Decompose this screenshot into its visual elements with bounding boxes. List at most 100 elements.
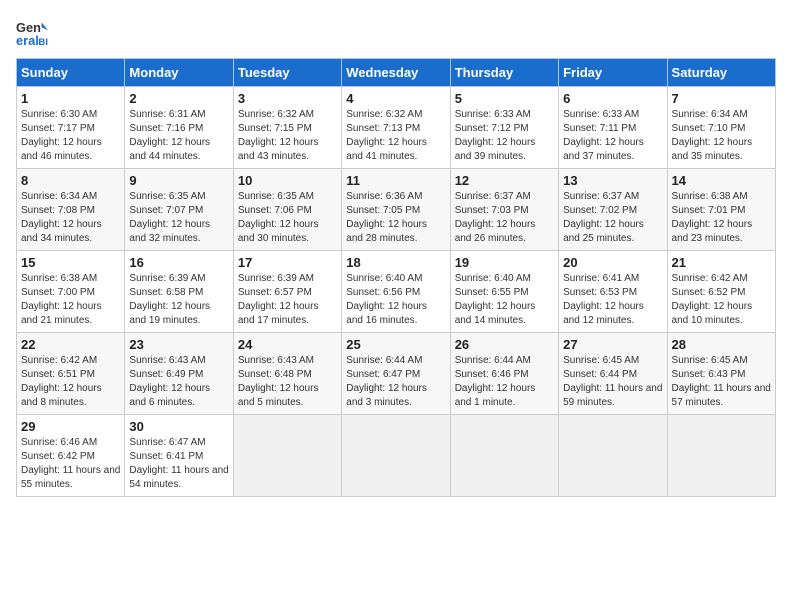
day-number: 15	[21, 255, 120, 270]
day-info: Sunrise: 6:40 AMSunset: 6:55 PMDaylight:…	[455, 272, 554, 328]
day-of-week-header: Saturday	[667, 59, 775, 87]
logo-icon: Gen eral Blue	[16, 16, 48, 48]
day-info: Sunrise: 6:37 AMSunset: 7:02 PMDaylight:…	[563, 190, 662, 246]
calendar-day-cell: 27 Sunrise: 6:45 AMSunset: 6:44 PMDayligh…	[559, 333, 667, 415]
calendar-week-row: 1 Sunrise: 6:30 AMSunset: 7:17 PMDaylight…	[17, 87, 776, 169]
calendar-day-cell: 8Sunrise: 6:34 AMSunset: 7:08 PMDaylight…	[17, 169, 125, 251]
day-number: 1	[21, 91, 120, 106]
day-number: 9	[129, 173, 228, 188]
day-info: Sunrise: 6:40 AMSunset: 6:56 PMDaylight:…	[346, 272, 445, 328]
day-number: 20	[563, 255, 662, 270]
day-info: Sunrise: 6:30 AMSunset: 7:17 PMDaylight:…	[21, 108, 120, 164]
calendar-day-cell: 16Sunrise: 6:39 AMSunset: 6:58 PMDayligh…	[125, 251, 233, 333]
day-number: 21	[672, 255, 771, 270]
day-number: 10	[238, 173, 337, 188]
day-number: 14	[672, 173, 771, 188]
day-number: 5	[455, 91, 554, 106]
day-info: Sunrise: 6:34 AMSunset: 7:10 PMDaylight:…	[672, 108, 771, 164]
day-number: 29	[21, 419, 120, 434]
day-number: 13	[563, 173, 662, 188]
calendar-header-row: SundayMondayTuesdayWednesdayThursdayFrid…	[17, 59, 776, 87]
calendar-day-cell: 5 Sunrise: 6:33 AMSunset: 7:12 PMDaylight…	[450, 87, 558, 169]
day-info: Sunrise: 6:39 AMSunset: 6:58 PMDaylight:…	[129, 272, 228, 328]
calendar-day-cell: 2Sunrise: 6:31 AMSunset: 7:16 PMDaylight…	[125, 87, 233, 169]
day-number: 30	[129, 419, 228, 434]
day-info: Sunrise: 6:39 AMSunset: 6:57 PMDaylight:…	[238, 272, 337, 328]
logo: Gen eral Blue	[16, 16, 52, 48]
day-info: Sunrise: 6:42 AMSunset: 6:51 PMDaylight:…	[21, 354, 120, 410]
calendar-day-cell: 11 Sunrise: 6:36 AMSunset: 7:05 PMDayligh…	[342, 169, 450, 251]
day-info: Sunrise: 6:41 AMSunset: 6:53 PMDaylight:…	[563, 272, 662, 328]
day-info: Sunrise: 6:45 AMSunset: 6:43 PMDaylight:…	[672, 354, 771, 410]
day-of-week-header: Monday	[125, 59, 233, 87]
calendar-day-cell: 25 Sunrise: 6:44 AMSunset: 6:47 PMDayligh…	[342, 333, 450, 415]
day-info: Sunrise: 6:42 AMSunset: 6:52 PMDaylight:…	[672, 272, 771, 328]
day-of-week-header: Thursday	[450, 59, 558, 87]
calendar-day-cell: 1 Sunrise: 6:30 AMSunset: 7:17 PMDaylight…	[17, 87, 125, 169]
calendar-day-cell: 26Sunrise: 6:44 AMSunset: 6:46 PMDayligh…	[450, 333, 558, 415]
calendar-day-cell	[450, 415, 558, 497]
day-number: 25	[346, 337, 445, 352]
calendar-day-cell: 30Sunrise: 6:47 AMSunset: 6:41 PMDayligh…	[125, 415, 233, 497]
day-info: Sunrise: 6:35 AMSunset: 7:06 PMDaylight:…	[238, 190, 337, 246]
day-number: 6	[563, 91, 662, 106]
day-number: 11	[346, 173, 445, 188]
day-number: 4	[346, 91, 445, 106]
calendar-day-cell: 28 Sunrise: 6:45 AMSunset: 6:43 PMDayligh…	[667, 333, 775, 415]
page-header: Gen eral Blue	[16, 16, 776, 48]
calendar-day-cell: 14 Sunrise: 6:38 AMSunset: 7:01 PMDayligh…	[667, 169, 775, 251]
calendar-day-cell: 20 Sunrise: 6:41 AMSunset: 6:53 PMDayligh…	[559, 251, 667, 333]
day-number: 7	[672, 91, 771, 106]
calendar-day-cell: 17 Sunrise: 6:39 AMSunset: 6:57 PMDayligh…	[233, 251, 341, 333]
day-number: 26	[455, 337, 554, 352]
day-info: Sunrise: 6:34 AMSunset: 7:08 PMDaylight:…	[21, 190, 120, 246]
calendar-day-cell	[667, 415, 775, 497]
calendar-day-cell: 13 Sunrise: 6:37 AMSunset: 7:02 PMDayligh…	[559, 169, 667, 251]
calendar-day-cell	[233, 415, 341, 497]
calendar-day-cell: 4 Sunrise: 6:32 AMSunset: 7:13 PMDaylight…	[342, 87, 450, 169]
day-info: Sunrise: 6:32 AMSunset: 7:13 PMDaylight:…	[346, 108, 445, 164]
calendar-day-cell: 29 Sunrise: 6:46 AMSunset: 6:42 PMDayligh…	[17, 415, 125, 497]
day-of-week-header: Sunday	[17, 59, 125, 87]
calendar-day-cell: 19 Sunrise: 6:40 AMSunset: 6:55 PMDayligh…	[450, 251, 558, 333]
calendar-day-cell: 10 Sunrise: 6:35 AMSunset: 7:06 PMDayligh…	[233, 169, 341, 251]
day-info: Sunrise: 6:44 AMSunset: 6:47 PMDaylight:…	[346, 354, 445, 410]
calendar-day-cell: 22 Sunrise: 6:42 AMSunset: 6:51 PMDayligh…	[17, 333, 125, 415]
day-info: Sunrise: 6:35 AMSunset: 7:07 PMDaylight:…	[129, 190, 228, 246]
calendar-week-row: 15 Sunrise: 6:38 AMSunset: 7:00 PMDayligh…	[17, 251, 776, 333]
day-info: Sunrise: 6:36 AMSunset: 7:05 PMDaylight:…	[346, 190, 445, 246]
day-info: Sunrise: 6:32 AMSunset: 7:15 PMDaylight:…	[238, 108, 337, 164]
calendar-week-row: 29 Sunrise: 6:46 AMSunset: 6:42 PMDayligh…	[17, 415, 776, 497]
day-of-week-header: Tuesday	[233, 59, 341, 87]
day-number: 19	[455, 255, 554, 270]
day-number: 27	[563, 337, 662, 352]
calendar-day-cell: 24 Sunrise: 6:43 AMSunset: 6:48 PMDayligh…	[233, 333, 341, 415]
day-number: 23	[129, 337, 228, 352]
day-info: Sunrise: 6:33 AMSunset: 7:12 PMDaylight:…	[455, 108, 554, 164]
calendar-table: SundayMondayTuesdayWednesdayThursdayFrid…	[16, 58, 776, 497]
calendar-day-cell: 15 Sunrise: 6:38 AMSunset: 7:00 PMDayligh…	[17, 251, 125, 333]
calendar-day-cell: 9 Sunrise: 6:35 AMSunset: 7:07 PMDaylight…	[125, 169, 233, 251]
day-number: 12	[455, 173, 554, 188]
day-info: Sunrise: 6:45 AMSunset: 6:44 PMDaylight:…	[563, 354, 662, 410]
day-info: Sunrise: 6:37 AMSunset: 7:03 PMDaylight:…	[455, 190, 554, 246]
day-of-week-header: Friday	[559, 59, 667, 87]
day-info: Sunrise: 6:43 AMSunset: 6:48 PMDaylight:…	[238, 354, 337, 410]
day-of-week-header: Wednesday	[342, 59, 450, 87]
calendar-day-cell	[559, 415, 667, 497]
day-number: 24	[238, 337, 337, 352]
day-info: Sunrise: 6:31 AMSunset: 7:16 PMDaylight:…	[129, 108, 228, 164]
day-info: Sunrise: 6:46 AMSunset: 6:42 PMDaylight:…	[21, 436, 120, 492]
svg-text:eral: eral	[16, 33, 39, 48]
day-number: 28	[672, 337, 771, 352]
svg-text:Blue: Blue	[38, 37, 48, 48]
day-number: 22	[21, 337, 120, 352]
day-info: Sunrise: 6:33 AMSunset: 7:11 PMDaylight:…	[563, 108, 662, 164]
day-info: Sunrise: 6:38 AMSunset: 7:00 PMDaylight:…	[21, 272, 120, 328]
day-number: 17	[238, 255, 337, 270]
calendar-week-row: 8Sunrise: 6:34 AMSunset: 7:08 PMDaylight…	[17, 169, 776, 251]
calendar-day-cell: 6 Sunrise: 6:33 AMSunset: 7:11 PMDaylight…	[559, 87, 667, 169]
day-info: Sunrise: 6:38 AMSunset: 7:01 PMDaylight:…	[672, 190, 771, 246]
calendar-day-cell: 3Sunrise: 6:32 AMSunset: 7:15 PMDaylight…	[233, 87, 341, 169]
calendar-day-cell: 21 Sunrise: 6:42 AMSunset: 6:52 PMDayligh…	[667, 251, 775, 333]
